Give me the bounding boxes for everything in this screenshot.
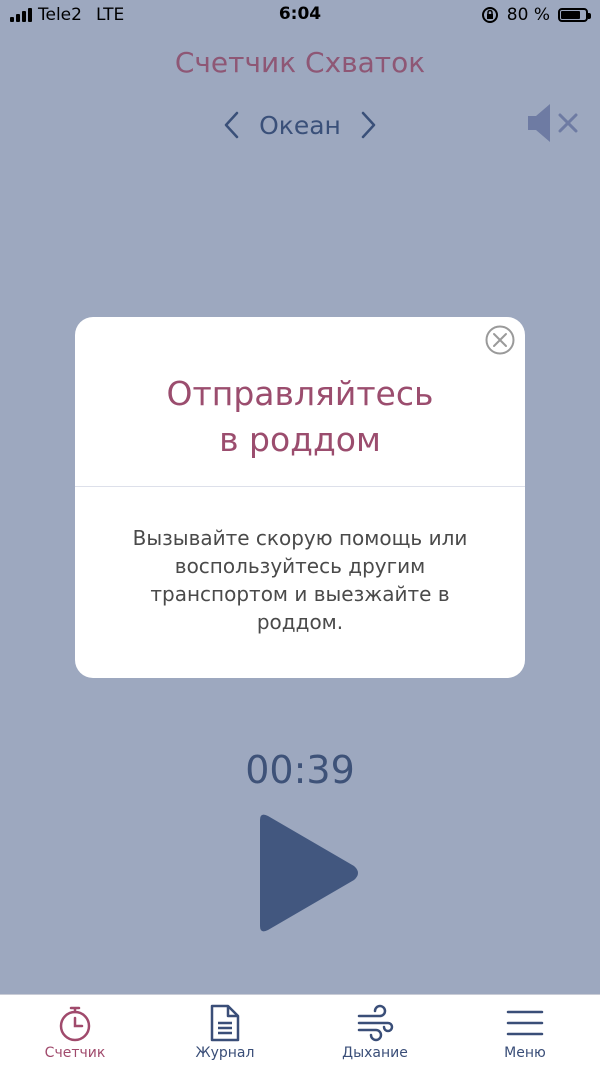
tab-label: Журнал [195, 1045, 255, 1061]
contraction-timer: 00:39 [245, 748, 355, 792]
battery-percent: 80 % [506, 5, 550, 25]
status-bar: Tele2 LTE 6:04 80 % [0, 0, 600, 32]
rotation-lock-icon [481, 7, 498, 23]
document-icon [210, 1004, 240, 1042]
dialog-title-line2: в роддом [219, 420, 381, 459]
sound-name: Океан [259, 110, 341, 140]
stopwatch-icon [59, 1006, 91, 1042]
close-icon[interactable] [484, 324, 516, 356]
tab-label: Меню [504, 1045, 546, 1061]
play-button[interactable] [250, 810, 364, 936]
tab-menu[interactable]: Меню [450, 995, 600, 1067]
chevron-right-icon[interactable] [357, 110, 379, 140]
dialog-title: Отправляйтесь в роддом [75, 371, 525, 463]
dialog-divider [75, 486, 525, 487]
tab-counter[interactable]: Счетчик [0, 995, 150, 1067]
go-to-hospital-dialog: Отправляйтесь в роддом Вызывайте скорую … [75, 317, 525, 678]
dialog-title-line1: Отправляйтесь [166, 374, 434, 413]
battery-icon [558, 8, 591, 22]
battery-info: 80 % [481, 5, 591, 25]
tab-bar: Счетчик Журнал Дыхание Меню [0, 994, 600, 1067]
tab-label: Счетчик [44, 1045, 106, 1061]
chevron-left-icon[interactable] [221, 110, 243, 140]
sound-selector: Океан [0, 110, 600, 140]
wind-icon [357, 1004, 394, 1042]
tab-journal[interactable]: Журнал [150, 995, 300, 1067]
menu-icon [506, 1010, 544, 1036]
tab-label: Дыхание [342, 1045, 408, 1061]
battery-fill [561, 11, 581, 19]
dialog-message: Вызывайте скорую помощь или воспользуйте… [132, 526, 468, 634]
mute-icon[interactable] [522, 100, 582, 146]
app-title: Счетчик Схваток [174, 46, 426, 79]
tab-breathing[interactable]: Дыхание [300, 995, 450, 1067]
